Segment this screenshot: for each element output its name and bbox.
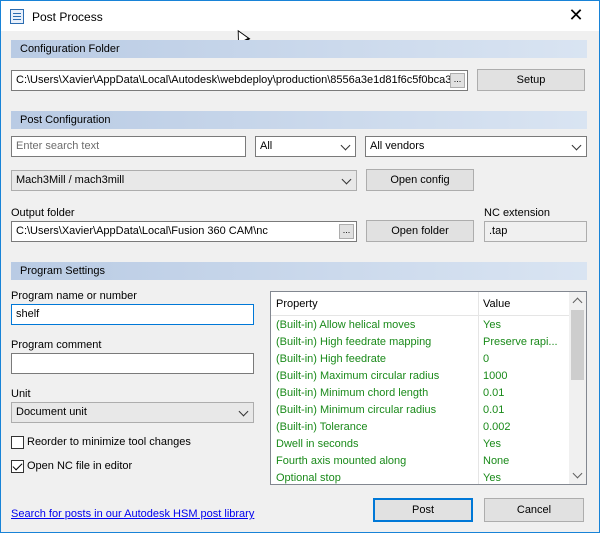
- open-config-button[interactable]: Open config: [366, 169, 474, 191]
- table-row[interactable]: (Built-in) Minimum circular radius 0.01: [271, 402, 569, 419]
- program-name-input[interactable]: shelf: [11, 304, 254, 325]
- chevron-down-icon: [571, 140, 582, 151]
- property-value[interactable]: 0.01: [483, 385, 567, 402]
- property-name: Fourth axis mounted along: [276, 455, 407, 467]
- reorder-checkbox-label[interactable]: Reorder to minimize tool changes: [27, 436, 191, 448]
- program-name-value: shelf: [16, 308, 40, 320]
- open-folder-button[interactable]: Open folder: [366, 220, 474, 242]
- scrollbar-thumb[interactable]: [571, 310, 584, 380]
- vendor-select-value: All vendors: [370, 140, 425, 152]
- column-header-property[interactable]: Property: [276, 298, 318, 310]
- open-nc-checkbox-label[interactable]: Open NC file in editor: [27, 460, 132, 472]
- close-icon[interactable]: ✕: [553, 1, 599, 31]
- property-value[interactable]: Yes: [483, 436, 567, 453]
- scroll-down-icon[interactable]: [569, 467, 586, 484]
- table-row[interactable]: (Built-in) Allow helical moves Yes: [271, 317, 569, 334]
- post-process-dialog: Post Process ✕ Configuration Folder C:\U…: [0, 0, 600, 533]
- filter-select-value: All: [260, 140, 273, 152]
- property-name: (Built-in) Minimum chord length: [276, 387, 429, 399]
- unit-select[interactable]: Document unit: [11, 402, 254, 423]
- program-name-label: Program name or number: [11, 290, 137, 302]
- property-name: Dwell in seconds: [276, 438, 359, 450]
- chevron-down-icon: [238, 406, 249, 417]
- table-row[interactable]: Dwell in seconds Yes: [271, 436, 569, 453]
- window-title: Post Process: [32, 10, 103, 24]
- property-grid-header: Property Value: [271, 292, 569, 316]
- table-row[interactable]: Fourth axis mounted along None: [271, 453, 569, 470]
- search-placeholder: Enter search text: [16, 140, 100, 152]
- nc-extension-value: .tap: [489, 225, 508, 237]
- config-folder-path: C:\Users\Xavier\AppData\Local\Autodesk\w…: [16, 74, 452, 86]
- property-value[interactable]: Preserve rapi...: [483, 334, 567, 351]
- column-header-value[interactable]: Value: [483, 298, 510, 310]
- table-row[interactable]: (Built-in) Minimum chord length 0.01: [271, 385, 569, 402]
- section-header-program-settings: Program Settings: [11, 262, 587, 280]
- filter-select[interactable]: All: [255, 136, 356, 157]
- table-row[interactable]: (Built-in) Maximum circular radius 1000: [271, 368, 569, 385]
- unit-select-value: Document unit: [16, 406, 87, 418]
- chevron-down-icon: [340, 140, 351, 151]
- program-comment-label: Program comment: [11, 339, 102, 351]
- table-row[interactable]: Optional stop Yes: [271, 470, 569, 484]
- property-value[interactable]: 1000: [483, 368, 567, 385]
- post-button[interactable]: Post: [373, 498, 473, 522]
- property-value[interactable]: 0.01: [483, 402, 567, 419]
- post-library-link[interactable]: Search for posts in our Autodesk HSM pos…: [11, 508, 254, 520]
- setup-button[interactable]: Setup: [477, 69, 585, 91]
- property-grid-body: (Built-in) Allow helical moves Yes (Built-…: [271, 317, 569, 484]
- property-value[interactable]: None: [483, 453, 567, 470]
- output-folder-browse-button[interactable]: ...: [339, 224, 354, 239]
- property-name: (Built-in) Minimum circular radius: [276, 404, 437, 416]
- app-icon: [10, 9, 24, 24]
- output-folder-field[interactable]: C:\Users\Xavier\AppData\Local\Fusion 360…: [11, 221, 357, 242]
- property-name: (Built-in) High feedrate: [276, 353, 387, 365]
- property-name: (Built-in) Maximum circular radius: [276, 370, 440, 382]
- section-header-post-configuration: Post Configuration: [11, 111, 587, 129]
- scroll-up-icon[interactable]: [569, 292, 586, 309]
- program-comment-input[interactable]: [11, 353, 254, 374]
- section-header-configuration-folder: Configuration Folder: [11, 40, 587, 58]
- property-value[interactable]: 0: [483, 351, 567, 368]
- vendor-select[interactable]: All vendors: [365, 136, 587, 157]
- table-row[interactable]: (Built-in) Tolerance 0.002: [271, 419, 569, 436]
- table-row[interactable]: (Built-in) High feedrate 0: [271, 351, 569, 368]
- property-value[interactable]: Yes: [483, 470, 567, 484]
- search-input[interactable]: Enter search text: [11, 136, 246, 157]
- property-name: (Built-in) Tolerance: [276, 421, 368, 433]
- output-folder-label: Output folder: [11, 207, 75, 219]
- reorder-checkbox[interactable]: [11, 436, 24, 449]
- unit-label: Unit: [11, 388, 31, 400]
- property-name: Optional stop: [276, 472, 341, 484]
- property-value[interactable]: Yes: [483, 317, 567, 334]
- output-folder-path: C:\Users\Xavier\AppData\Local\Fusion 360…: [16, 225, 268, 237]
- property-grid[interactable]: Property Value (Built-in) Allow helical …: [270, 291, 587, 485]
- post-processor-value: Mach3Mill / mach3mill: [16, 174, 125, 186]
- chevron-down-icon: [341, 174, 352, 185]
- post-processor-select[interactable]: Mach3Mill / mach3mill: [11, 170, 357, 191]
- nc-extension-label: NC extension: [484, 207, 551, 219]
- nc-extension-field[interactable]: .tap: [484, 221, 587, 242]
- table-row[interactable]: (Built-in) High feedrate mapping Preserve…: [271, 334, 569, 351]
- open-nc-checkbox[interactable]: [11, 460, 24, 473]
- property-name: (Built-in) Allow helical moves: [276, 319, 416, 331]
- property-value[interactable]: 0.002: [483, 419, 567, 436]
- config-folder-field[interactable]: C:\Users\Xavier\AppData\Local\Autodesk\w…: [11, 70, 468, 91]
- config-folder-browse-button[interactable]: ...: [450, 73, 465, 88]
- property-grid-scrollbar[interactable]: [569, 292, 586, 484]
- cancel-button[interactable]: Cancel: [484, 498, 584, 522]
- property-name: (Built-in) High feedrate mapping: [276, 336, 432, 348]
- title-bar: Post Process ✕: [1, 1, 599, 31]
